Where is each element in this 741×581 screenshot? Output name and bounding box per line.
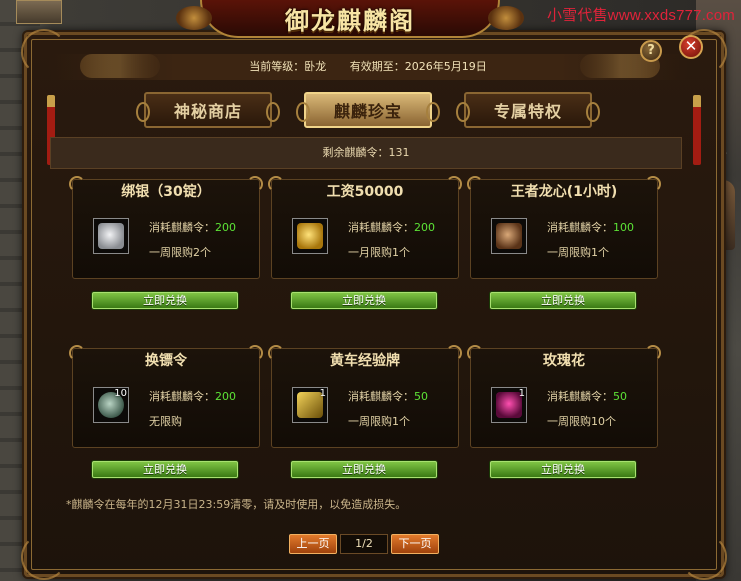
expiry-date: 有效期至：2026年5月19日 [349,60,487,73]
cost-value: 100 [613,221,634,234]
cost-label: 消耗麒麟令： [547,390,613,403]
remaining-tokens: 剩余麒麟令：131 [50,137,682,169]
item-name: 工资50000 [326,184,404,200]
item-limit: 一周限购1个 [547,246,609,259]
item-limit: 一月限购1个 [348,246,410,259]
item-slot[interactable]: 1 [491,387,527,423]
gold-ingot-icon [297,223,323,249]
tab-mystery-shop[interactable]: 神秘商店 [136,92,280,128]
footnote: *麒麟令在每年的12月31日23:59清零，请及时使用，以免造成损失。 [66,498,407,511]
page-indicator: 1/2 [340,534,388,554]
item-card: 王者龙心(1小时) 消耗麒麟令：100 一周限购1个 [467,176,661,279]
cost-value: 50 [414,390,428,403]
item-cost: 消耗麒麟令：200 [149,388,236,404]
item-card: 黄车经验牌 1 消耗麒麟令：50 一周限购1个 [268,345,462,448]
info-bar: 当前等级：卧龙 有效期至：2026年5月19日 [48,54,688,80]
corner-emblem [16,0,62,24]
redeem-button[interactable]: 立即兑换 [490,292,636,309]
cost-value: 200 [215,221,236,234]
tab-exclusive-privilege[interactable]: 专属特权 [456,92,600,128]
help-button[interactable]: ? [640,40,662,62]
redeem-button[interactable]: 立即兑换 [490,461,636,478]
item-name: 换镖令 [145,353,187,369]
item-count: 1 [518,388,525,399]
panel-title: 御龙麒麟阁 [285,5,415,35]
item-slot[interactable]: 1 [292,387,328,423]
corner-ornament [681,534,727,580]
item-slot[interactable] [491,218,527,254]
item-card: 绑银（30锭） 消耗麒麟令：200 一周限购2个 [69,176,263,279]
item-cost: 消耗麒麟令：200 [348,219,435,235]
redeem-button[interactable]: 立即兑换 [92,461,238,478]
cost-label: 消耗麒麟令： [149,390,215,403]
cost-value: 200 [215,390,236,403]
item-name: 黄车经验牌 [330,353,400,369]
redeem-button[interactable]: 立即兑换 [291,292,437,309]
item-cost: 消耗麒麟令：50 [547,388,627,404]
next-page-button[interactable]: 下一页 [391,534,439,554]
dragon-heart-icon [496,223,522,249]
current-level: 当前等级：卧龙 [249,60,327,73]
cost-value: 200 [414,221,435,234]
close-button[interactable]: ✕ [679,35,703,59]
redeem-button[interactable]: 立即兑换 [291,461,437,478]
item-slot[interactable] [93,218,129,254]
item-limit: 一周限购2个 [149,246,211,259]
cost-label: 消耗麒麟令： [149,221,215,234]
item-slot[interactable]: 10 [93,387,129,423]
tassel-ornament [693,95,701,165]
item-cost: 消耗麒麟令：50 [348,388,428,404]
cost-label: 消耗麒麟令： [547,221,613,234]
item-card: 换镖令 10 消耗麒麟令：200 无限购 [69,345,263,448]
item-count: 10 [114,388,127,399]
item-name: 绑银（30锭） [121,184,211,200]
prev-page-button[interactable]: 上一页 [289,534,337,554]
item-card: 工资50000 消耗麒麟令：200 一月限购1个 [268,176,462,279]
cost-label: 消耗麒麟令： [348,390,414,403]
title-banner: 御龙麒麟阁 [176,0,524,38]
cost-value: 50 [613,390,627,403]
silver-ingot-icon [98,223,124,249]
item-count: 1 [319,388,326,399]
redeem-button[interactable]: 立即兑换 [92,292,238,309]
item-name: 王者龙心(1小时) [510,184,618,200]
watermark: 小雪代售www.xxds777.com [546,7,735,24]
item-cost: 消耗麒麟令：100 [547,219,634,235]
item-card: 玫瑰花 1 消耗麒麟令：50 一周限购10个 [467,345,661,448]
item-slot[interactable] [292,218,328,254]
item-limit: 一周限购10个 [547,415,616,428]
item-limit: 一周限购1个 [348,415,410,428]
item-name: 玫瑰花 [543,353,585,369]
corner-ornament [21,534,67,580]
item-limit: 无限购 [149,415,182,428]
tab-qilin-treasure[interactable]: 麒麟珍宝 [296,92,440,128]
cost-label: 消耗麒麟令： [348,221,414,234]
item-cost: 消耗麒麟令：200 [149,219,236,235]
